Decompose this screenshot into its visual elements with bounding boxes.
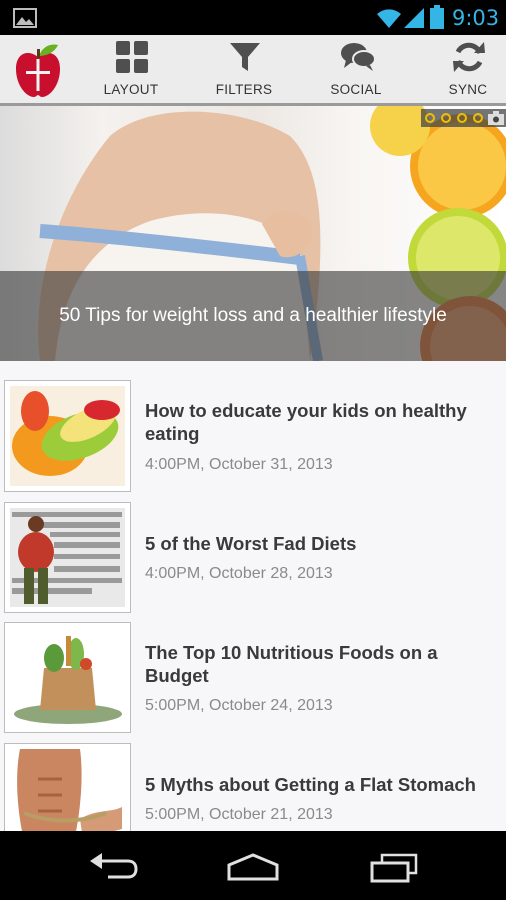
diet-words-image — [10, 508, 125, 607]
sync-button[interactable]: SYNC — [418, 35, 506, 103]
pager-dot[interactable] — [473, 113, 483, 123]
featured-article-banner[interactable]: 50 Tips for weight loss and a healthier … — [0, 106, 506, 361]
article-title[interactable]: How to educate your kids on healthy eati… — [145, 399, 490, 445]
flat-stomach-image — [10, 749, 125, 831]
recent-apps-icon[interactable] — [370, 853, 420, 883]
hero-caption: 50 Tips for weight loss and a healthier … — [59, 305, 447, 326]
social-label: SOCIAL — [330, 82, 382, 97]
sync-icon — [453, 42, 485, 72]
camera-icon — [488, 111, 504, 125]
social-button[interactable]: SOCIAL — [306, 35, 406, 103]
action-bar: LAYOUT FILTERS SOCIAL SYNC — [0, 35, 506, 106]
battery-icon — [430, 5, 444, 29]
article-thumbnail — [4, 380, 131, 492]
article-list: How to educate your kids on healthy eati… — [0, 361, 506, 831]
status-bar: 9:03 — [0, 0, 506, 35]
list-item[interactable]: 5 of the Worst Fad Diets 4:00PM, October… — [0, 482, 506, 613]
layout-button[interactable]: LAYOUT — [81, 35, 181, 103]
article-date: 4:00PM, October 31, 2013 — [145, 456, 333, 473]
back-icon[interactable] — [88, 853, 138, 883]
list-item[interactable]: The Top 10 Nutritious Foods on a Budget … — [0, 603, 506, 733]
pager-dot[interactable] — [425, 113, 435, 123]
chat-bubbles-icon — [341, 43, 376, 71]
gallery-icon — [13, 8, 37, 28]
sync-label: SYNC — [448, 82, 488, 97]
apple-logo-icon[interactable] — [12, 41, 64, 99]
list-item[interactable]: How to educate your kids on healthy eati… — [0, 361, 506, 492]
fruit-image — [10, 386, 125, 486]
filters-button[interactable]: FILTERS — [194, 35, 294, 103]
filters-label: FILTERS — [215, 82, 273, 97]
pager-indicator[interactable] — [421, 109, 506, 127]
article-thumbnail — [4, 743, 131, 831]
funnel-icon — [230, 43, 260, 71]
pager-dot[interactable] — [457, 113, 467, 123]
article-date: 5:00PM, October 21, 2013 — [145, 806, 333, 823]
article-thumbnail — [4, 502, 131, 613]
pager-dot[interactable] — [441, 113, 451, 123]
article-title[interactable]: The Top 10 Nutritious Foods on a Budget — [145, 641, 490, 687]
clock: 9:03 — [452, 6, 500, 30]
grid-icon — [116, 41, 148, 73]
signal-icon — [404, 8, 424, 28]
grocery-bag-image — [10, 628, 125, 727]
navigation-bar — [0, 831, 506, 900]
article-title[interactable]: 5 Myths about Getting a Flat Stomach — [145, 773, 490, 796]
layout-label: LAYOUT — [103, 82, 159, 97]
article-date: 4:00PM, October 28, 2013 — [145, 565, 333, 582]
list-item[interactable]: 5 Myths about Getting a Flat Stomach 5:0… — [0, 724, 506, 831]
home-icon[interactable] — [226, 853, 280, 883]
wifi-icon — [377, 9, 401, 28]
article-thumbnail — [4, 622, 131, 733]
article-title[interactable]: 5 of the Worst Fad Diets — [145, 532, 490, 555]
article-date: 5:00PM, October 24, 2013 — [145, 697, 333, 714]
